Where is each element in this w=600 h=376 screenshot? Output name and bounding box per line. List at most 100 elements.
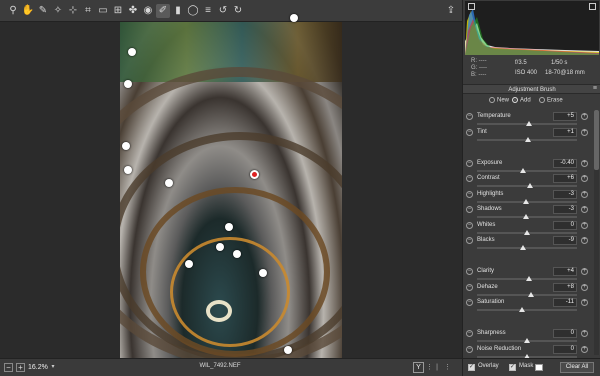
slider-value-field[interactable]: +4 bbox=[553, 267, 577, 276]
slider-value-field[interactable]: +8 bbox=[553, 282, 577, 292]
decrease-whites-icon[interactable]: − bbox=[466, 221, 473, 229]
red-eye-icon[interactable]: ◉ bbox=[141, 4, 155, 18]
slider-value-field[interactable]: -3 bbox=[553, 189, 577, 199]
brush-pin[interactable] bbox=[128, 48, 136, 56]
clear-all-button[interactable]: Clear All bbox=[560, 362, 594, 373]
brush-pin[interactable] bbox=[225, 223, 233, 231]
before-after-toggle[interactable]: Y bbox=[413, 362, 424, 373]
mode-new[interactable]: New bbox=[489, 97, 509, 104]
brush-pin[interactable] bbox=[124, 166, 132, 174]
slider-thumb[interactable] bbox=[523, 198, 529, 204]
radio-erase[interactable] bbox=[539, 97, 545, 103]
decrease-saturation-icon[interactable]: − bbox=[466, 299, 473, 306]
slider-tint[interactable]: − Tint +1 + bbox=[463, 127, 593, 144]
preferences-icon[interactable]: ≡ bbox=[201, 4, 215, 18]
increase-shadows-icon[interactable]: + bbox=[581, 206, 588, 213]
slider-thumb[interactable] bbox=[524, 229, 530, 235]
shadow-clipping-toggle[interactable] bbox=[468, 3, 475, 10]
slider-exposure[interactable]: − Exposure -0.40 + bbox=[463, 158, 593, 175]
crop-icon[interactable]: ⌗ bbox=[81, 4, 95, 18]
slider-value-field[interactable]: 0 bbox=[553, 220, 577, 230]
decrease-clarity-icon[interactable]: − bbox=[466, 268, 473, 275]
slider-value-field[interactable]: 0 bbox=[553, 329, 577, 338]
zoom-level[interactable]: 16.2% bbox=[28, 362, 50, 373]
overlay-checkbox[interactable] bbox=[468, 363, 475, 371]
decrease-blacks-icon[interactable]: − bbox=[466, 237, 473, 244]
highlight-clipping-toggle[interactable] bbox=[589, 3, 596, 10]
increase-saturation-icon[interactable]: + bbox=[581, 299, 588, 306]
slider-clarity[interactable]: − Clarity +4 + bbox=[463, 267, 593, 283]
photo-preview[interactable] bbox=[120, 22, 342, 358]
hand-tool-icon[interactable]: ✋ bbox=[21, 4, 35, 18]
brush-pin[interactable] bbox=[185, 260, 193, 268]
slider-thumb[interactable] bbox=[524, 338, 530, 343]
slider-thumb[interactable] bbox=[523, 214, 529, 219]
straighten-icon[interactable]: ▭ bbox=[96, 4, 110, 18]
slider-thumb[interactable] bbox=[528, 291, 534, 297]
slider-thumb[interactable] bbox=[527, 183, 533, 188]
decrease-exposure-icon[interactable]: − bbox=[466, 159, 473, 167]
decrease-sharpness-icon[interactable]: − bbox=[466, 330, 473, 337]
brush-pin[interactable] bbox=[122, 142, 130, 150]
slider-thumb[interactable] bbox=[520, 245, 526, 250]
brush-pin[interactable] bbox=[165, 179, 173, 187]
decrease-shadows-icon[interactable]: − bbox=[466, 206, 473, 213]
decrease-dehaze-icon[interactable]: − bbox=[466, 283, 473, 291]
slider-thumb[interactable] bbox=[519, 307, 525, 312]
swap-settings-icon[interactable]: ⋮ bbox=[426, 362, 433, 373]
slider-track[interactable] bbox=[477, 247, 577, 249]
mode-erase[interactable]: Erase bbox=[539, 97, 563, 104]
brush-pin[interactable] bbox=[233, 250, 241, 258]
slider-value-field[interactable]: -11 bbox=[553, 298, 577, 307]
graduated-filter-icon[interactable]: ▮ bbox=[171, 4, 185, 18]
decrease-temperature-icon[interactable]: − bbox=[466, 113, 473, 120]
slider-saturation[interactable]: − Saturation -11 + bbox=[463, 298, 593, 314]
rotate-cw-icon[interactable]: ↻ bbox=[231, 4, 245, 18]
white-balance-icon[interactable]: ✎ bbox=[36, 4, 50, 18]
slider-track[interactable] bbox=[477, 293, 577, 296]
slider-thumb[interactable] bbox=[526, 121, 532, 126]
brush-pin[interactable] bbox=[284, 346, 292, 354]
slider-value-field[interactable]: +6 bbox=[553, 174, 577, 183]
decrease-contrast-icon[interactable]: − bbox=[466, 175, 473, 182]
increase-exposure-icon[interactable]: + bbox=[581, 159, 588, 167]
radio-new[interactable] bbox=[489, 97, 495, 103]
slider-value-field[interactable]: -9 bbox=[553, 236, 577, 245]
increase-clarity-icon[interactable]: + bbox=[581, 268, 588, 275]
slider-value-field[interactable]: +5 bbox=[553, 112, 577, 121]
zoom-tool-icon[interactable]: ⚲ bbox=[6, 4, 20, 18]
targeted-adjustment-icon[interactable]: ⊹ bbox=[66, 4, 80, 18]
decrease-highlights-icon[interactable]: − bbox=[466, 190, 473, 198]
increase-whites-icon[interactable]: + bbox=[581, 221, 588, 229]
brush-pin[interactable] bbox=[259, 269, 267, 277]
slider-thumb[interactable] bbox=[525, 136, 531, 142]
slider-track[interactable] bbox=[477, 169, 577, 172]
image-canvas[interactable] bbox=[0, 14, 462, 358]
panel-scrollbar[interactable] bbox=[594, 110, 599, 355]
zoom-out-button[interactable]: − bbox=[4, 363, 13, 372]
radial-filter-icon[interactable]: ◯ bbox=[186, 4, 200, 18]
decrease-noise-reduction-icon[interactable]: − bbox=[466, 345, 473, 353]
adjustment-brush-icon[interactable]: ✐ bbox=[156, 4, 170, 18]
slider-value-field[interactable]: -3 bbox=[553, 205, 577, 214]
increase-noise-reduction-icon[interactable]: + bbox=[581, 345, 588, 353]
slider-dehaze[interactable]: − Dehaze +8 + bbox=[463, 282, 593, 299]
slider-value-field[interactable]: -0.40 bbox=[553, 158, 577, 168]
slider-whites[interactable]: − Whites 0 + bbox=[463, 220, 593, 237]
increase-contrast-icon[interactable]: + bbox=[581, 175, 588, 182]
zoom-dropdown-icon[interactable]: ▾ bbox=[49, 362, 57, 373]
brush-pin[interactable] bbox=[290, 14, 298, 22]
mask-checkbox[interactable] bbox=[509, 363, 516, 371]
panel-menu-icon[interactable]: ≡ bbox=[593, 85, 597, 92]
transform-icon[interactable]: ⊞ bbox=[111, 4, 125, 18]
slider-value-field[interactable]: +1 bbox=[553, 127, 577, 137]
brush-pin[interactable] bbox=[124, 80, 132, 88]
slider-value-field[interactable]: 0 bbox=[553, 344, 577, 354]
increase-dehaze-icon[interactable]: + bbox=[581, 283, 588, 291]
slider-blacks[interactable]: − Blacks -9 + bbox=[463, 236, 593, 252]
radio-add[interactable] bbox=[512, 97, 518, 103]
zoom-in-button[interactable]: + bbox=[16, 363, 25, 372]
slider-thumb[interactable] bbox=[520, 167, 526, 173]
spot-removal-icon[interactable]: ✤ bbox=[126, 4, 140, 18]
decrease-tint-icon[interactable]: − bbox=[466, 128, 473, 136]
